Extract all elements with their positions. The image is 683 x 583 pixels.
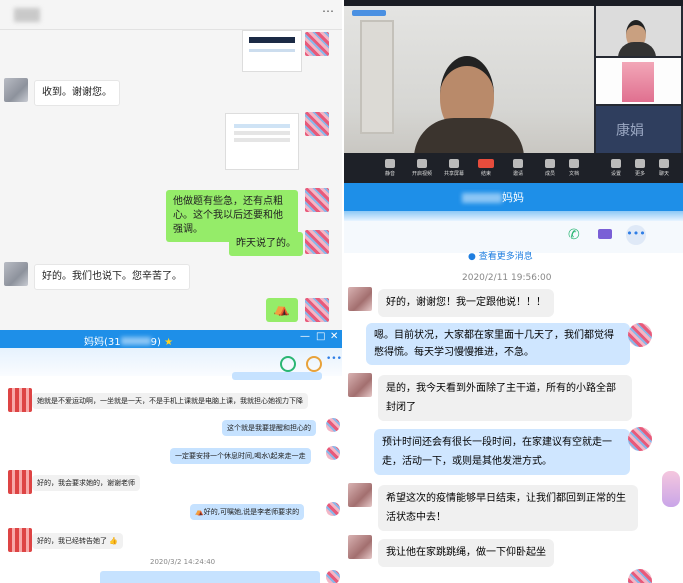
share-screen-button[interactable]: 共享屏幕 xyxy=(442,159,466,177)
meeting-control-bar: 静音 开启视频 共享屏幕 结束 邀请 成员 文档 设置 更多 聊天 xyxy=(344,153,683,183)
settings-button[interactable]: 设置 xyxy=(604,159,628,177)
participant-thumb[interactable] xyxy=(596,6,681,56)
main-video xyxy=(344,6,594,153)
phone-call-icon[interactable]: ✆ xyxy=(568,227,580,243)
avatar[interactable] xyxy=(326,570,340,583)
more-options-icon[interactable]: ⋯ xyxy=(322,4,334,18)
participant-body xyxy=(414,118,524,153)
avatar[interactable] xyxy=(326,446,340,460)
avatar[interactable] xyxy=(305,188,329,212)
message-bubble: 希望这次的疫情能够早日结束，让我们都回到正常的生活状态中去！ xyxy=(378,485,638,531)
qq-chat-panel-right: 妈妈 ✆ ••• ● 查看更多消息 2020/2/11 19:56:00 好的，… xyxy=(344,183,683,583)
chat-header: 妈妈 xyxy=(344,183,683,211)
message-bubble: 好的，谢谢您！我一定跟他说！！！ xyxy=(378,289,554,317)
docs-button[interactable]: 文档 xyxy=(562,159,586,177)
video-meeting-window: 康娟 静音 开启视频 共享屏幕 结束 邀请 成员 文档 设置 更多 聊天 xyxy=(344,0,683,183)
message-bubble: 好的，我会要求她的，谢谢老师 xyxy=(32,475,140,491)
wechat-chat-panel: ⋯ 收到。谢谢您。 他做题有些急，还有点粗心。这个我以后还要和他强调。 昨天说了… xyxy=(0,0,342,330)
message-bubble: 我让他在家跳跳绳，做一下仰卧起坐 xyxy=(378,539,554,567)
sticker-image[interactable]: ⛺ xyxy=(266,298,298,322)
avatar[interactable] xyxy=(305,298,329,322)
message-bubble: 收到。谢谢您。 xyxy=(34,80,120,106)
message-bubble: 是的，我今天看到外面除了主干道，所有的小路全部封闭了 xyxy=(378,375,632,421)
mute-button[interactable]: 静音 xyxy=(378,159,402,177)
avatar[interactable] xyxy=(8,470,32,494)
close-icon[interactable]: ✕ xyxy=(330,331,338,342)
message-bubble: 预计时间还会有很长一段时间，在家建议有空就走一走，活动一下，或则是其他发泄方式。 xyxy=(374,429,630,475)
end-call-button[interactable]: 结束 xyxy=(474,159,498,177)
star-icon: ★ xyxy=(164,337,174,348)
avatar[interactable] xyxy=(305,32,329,56)
invite-button[interactable]: 邀请 xyxy=(506,159,530,177)
message-bubble: 这个就是我要提醒和担心的 xyxy=(222,420,316,436)
avatar[interactable] xyxy=(326,418,340,432)
message-bubble: 她就是不爱运动啊，一坐就是一天，不是手机上课就是电脑上课，我就担心她视力下降 xyxy=(32,393,308,409)
video-call-icon[interactable] xyxy=(598,229,612,239)
participant-thumb[interactable] xyxy=(596,58,681,104)
maximize-icon[interactable]: □ xyxy=(316,331,325,342)
shared-screenshot-image[interactable] xyxy=(225,113,299,170)
decorative-illustration xyxy=(662,471,680,507)
chat-button[interactable]: 聊天 xyxy=(652,159,676,177)
avatar[interactable] xyxy=(628,323,652,347)
header-fade xyxy=(344,211,683,221)
recording-tag xyxy=(352,10,386,16)
more-apps-icon[interactable]: ••• xyxy=(326,354,342,364)
avatar[interactable] xyxy=(305,112,329,136)
avatar[interactable] xyxy=(8,388,32,412)
message-timestamp: 2020/3/2 14:24:40 xyxy=(150,558,216,566)
shared-screenshot-image[interactable] xyxy=(242,30,302,72)
avatar[interactable] xyxy=(8,528,32,552)
sticker-icon: ⛺ xyxy=(195,508,204,516)
participant-name-watermark: 康娟 xyxy=(616,123,644,139)
message-bubble: 好的。我们也说下。您辛苦了。 xyxy=(34,264,190,290)
message-bubble: 嗯。目前状况，大家都在家里面十几天了，我们都觉得憋得慌。每天学习慢慢推进，不急。 xyxy=(366,323,630,365)
message-timestamp: 2020/2/11 19:56:00 xyxy=(462,273,552,283)
message-bubble: 一定要安排一个休息时间,喝水\起来走一走 xyxy=(170,448,311,464)
avatar[interactable] xyxy=(4,78,28,102)
image-message-preview[interactable] xyxy=(100,571,320,583)
avatar[interactable] xyxy=(348,483,372,507)
chat-header: 妈妈(31 9) ★ — □ ✕ xyxy=(0,330,342,348)
group-members-icon[interactable] xyxy=(280,356,296,372)
chat-title: 妈妈(31 9) ★ xyxy=(84,337,174,348)
avatar[interactable] xyxy=(305,230,329,254)
minimize-icon[interactable]: — xyxy=(300,331,310,342)
thumbs-up-icon: 👍 xyxy=(109,537,118,545)
message-bubble: 昨天说了的。 xyxy=(229,232,303,256)
message-bubble: 好的，我已经转告她了 👍 xyxy=(32,533,123,549)
avatar[interactable] xyxy=(4,262,28,286)
more-button[interactable]: 更多 xyxy=(628,159,652,177)
video-button[interactable]: 开启视频 xyxy=(410,159,434,177)
chat-title-blur xyxy=(14,8,40,22)
avatar[interactable] xyxy=(348,535,372,559)
members-button[interactable]: 成员 xyxy=(538,159,562,177)
avatar[interactable] xyxy=(348,373,372,397)
qq-chat-panel-left: 妈妈(31 9) ★ — □ ✕ ••• 她就是不爱运动啊，一坐就是一天，不是手机… xyxy=(0,330,342,583)
avatar[interactable] xyxy=(348,287,372,311)
more-apps-icon[interactable]: ••• xyxy=(626,225,646,245)
avatar[interactable] xyxy=(326,502,340,516)
door-frame xyxy=(360,20,394,134)
avatar[interactable] xyxy=(628,427,652,451)
avatar[interactable] xyxy=(628,569,652,583)
quoted-message-strip xyxy=(232,372,322,380)
add-member-icon[interactable] xyxy=(306,356,322,372)
message-bubble: ⛺好的,可嘱她,说是李老师要求的 xyxy=(190,504,305,520)
chat-title: 妈妈 xyxy=(462,189,524,205)
participant-thumb[interactable]: 康娟 xyxy=(596,106,681,153)
view-more-messages-link[interactable]: ● 查看更多消息 xyxy=(468,249,533,262)
